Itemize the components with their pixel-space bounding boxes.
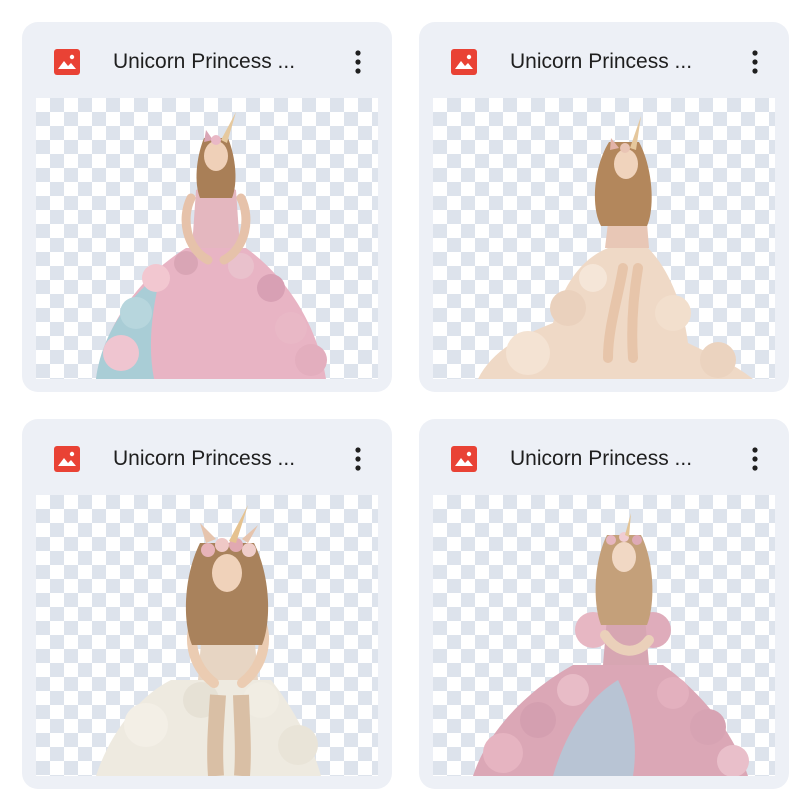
- more-options-button[interactable]: [739, 441, 771, 477]
- more-options-button[interactable]: [342, 441, 374, 477]
- file-card[interactable]: Unicorn Princess ...: [22, 22, 392, 392]
- image-file-icon: [451, 446, 477, 472]
- more-vert-icon: [752, 447, 758, 471]
- more-vert-icon: [355, 447, 361, 471]
- file-name[interactable]: Unicorn Princess ...: [113, 48, 323, 76]
- thumbnail-image: [473, 513, 749, 776]
- file-name[interactable]: Unicorn Princess ...: [510, 445, 720, 473]
- thumbnail-image: [96, 112, 327, 379]
- thumbnail-image: [478, 116, 753, 379]
- image-file-icon: [54, 49, 80, 75]
- image-file-icon: [54, 446, 80, 472]
- file-card-header: Unicorn Princess ...: [419, 419, 789, 495]
- file-card[interactable]: Unicorn Princess ...: [419, 22, 789, 392]
- file-name[interactable]: Unicorn Princess ...: [113, 445, 323, 473]
- file-card-header: Unicorn Princess ...: [22, 419, 392, 495]
- file-thumbnail[interactable]: [36, 98, 378, 379]
- file-name[interactable]: Unicorn Princess ...: [510, 48, 720, 76]
- file-grid: Unicorn Princess ... Unicorn Princess ..…: [0, 0, 812, 808]
- file-thumbnail[interactable]: [433, 495, 775, 776]
- thumbnail-image: [96, 505, 321, 776]
- more-vert-icon: [752, 50, 758, 74]
- file-card-header: Unicorn Princess ...: [22, 22, 392, 98]
- more-options-button[interactable]: [342, 44, 374, 80]
- file-card-header: Unicorn Princess ...: [419, 22, 789, 98]
- file-thumbnail[interactable]: [36, 495, 378, 776]
- more-options-button[interactable]: [739, 44, 771, 80]
- image-file-icon: [451, 49, 477, 75]
- more-vert-icon: [355, 50, 361, 74]
- file-card[interactable]: Unicorn Princess ...: [419, 419, 789, 789]
- file-thumbnail[interactable]: [433, 98, 775, 379]
- file-card[interactable]: Unicorn Princess ...: [22, 419, 392, 789]
